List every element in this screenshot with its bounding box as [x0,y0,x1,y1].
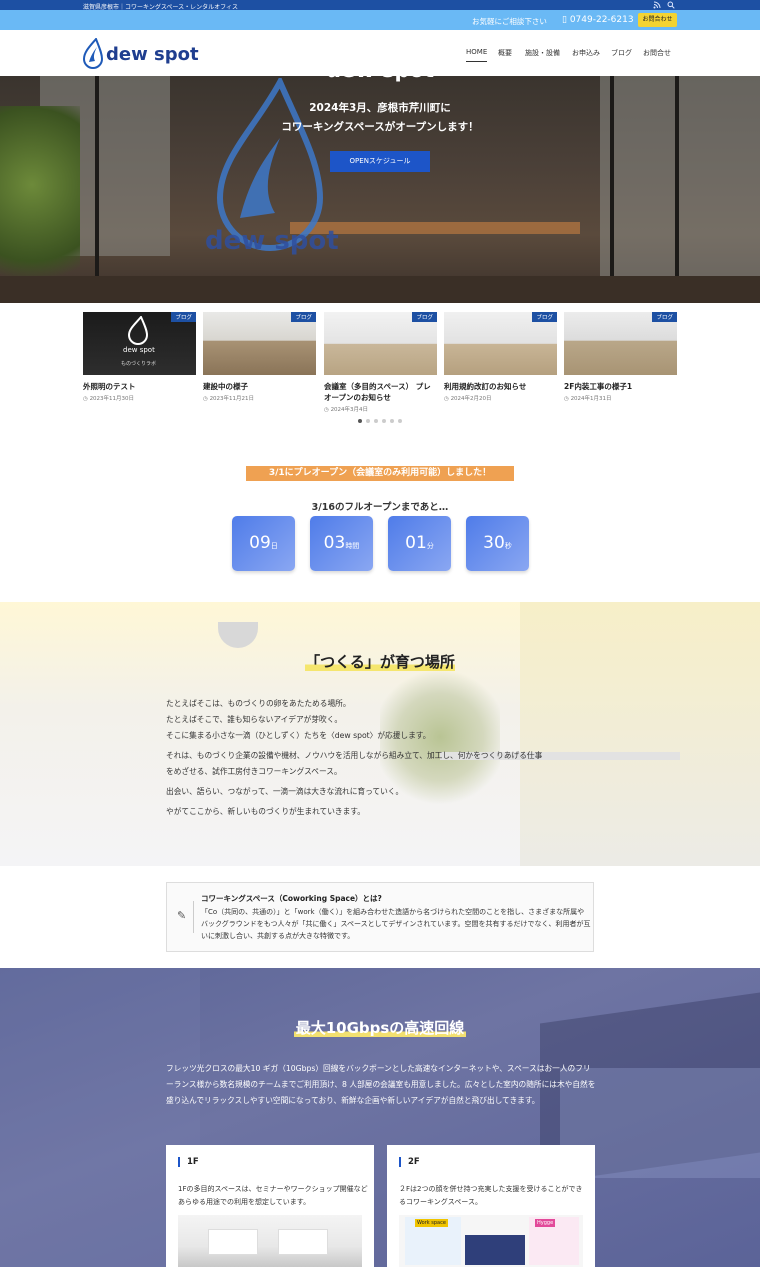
open-schedule-button[interactable]: OPENスケジュール [330,151,430,172]
hero-subtitle: 2024年3月、彦根市芹川町に コワーキングスペースがオープンします！ [281,102,479,133]
nav-apply[interactable]: お申込み [572,48,600,58]
pen-icon: ✎ [177,909,187,922]
concept-line: それは、ものづくり企業の設備や機材、ノウハウを活用しながら組み立て、加工し、何か… [166,751,543,760]
screen-image [278,1229,328,1255]
floor-card-heading: 1F [178,1157,199,1167]
countdown-minutes: 01分 [388,516,451,571]
carousel-dot[interactable] [374,419,378,423]
countdown-seconds: 30秒 [466,516,529,571]
office-window-image [520,602,760,866]
concept-line: 出会い、語らい、つながって、一滴一滴は大きな流れに育っていく。 [166,787,404,796]
coworking-title: コワーキングスペース（Coworking Space）とは? [201,894,382,903]
carousel-dot[interactable] [390,419,394,423]
post-card[interactable]: ブログ 2F内装工事の様子1 ◷ 2024年1月31日 [564,312,677,402]
poster-panel: Hygge [529,1217,579,1265]
countdown-hours: 03時間 [310,516,373,571]
poster-panel: Work space [405,1217,461,1265]
divider [193,901,194,933]
pendant-light-image [218,622,258,648]
post-date: ◷ 2024年1月31日 [564,396,612,402]
top-bar: 滋賀県彦根市｜コワーキングスペース・レンタルオフィス [0,0,760,11]
post-category-tag: ブログ [412,312,437,322]
floor-1f-photo [178,1215,362,1267]
speed-section [0,968,760,1267]
phone-number[interactable]: ▯ 0749-22-6213 [562,15,634,25]
nav-blog[interactable]: ブログ [611,48,632,58]
floor-2f-poster: Work space Hygge [399,1215,583,1267]
countdown-heading: 3/16のフルオープンまであと… [311,502,449,513]
post-thumbnail: ブログ [444,312,557,375]
post-date: ◷ 2024年3月4日 [324,407,369,413]
sign-brand-text: dew spot [123,346,155,354]
concept-line: をめざせる、試作工房付きコワーキングスペース。 [166,767,342,776]
post-category-tag: ブログ [171,312,196,322]
phone-icon: ▯ [562,15,567,25]
coworking-text: 「Co（共同の、共通の）」と「work（働く）」を組み合わせた造語から名づけられ… [201,908,591,940]
contact-question: お気軽にご相談下さい [472,17,547,26]
post-card[interactable]: ブログ 会議室（多目的スペース） プレオープンのお知らせ ◷ 2024年3月4日 [324,312,437,413]
carousel-dot[interactable] [358,419,362,423]
post-card[interactable]: dew spot ものづくりラボ ブログ 外照明のテスト ◷ 2023年11月3… [83,312,196,402]
concept-line: たとえばそこは、ものづくりの卵をあたためる場所。 [166,699,351,708]
concept-line: やがてここから、新しいものづくりが生まれていきます。 [166,807,365,816]
hero-title: dew spot [326,58,434,82]
carousel-dot[interactable] [366,419,370,423]
countdown-days: 09日 [232,516,295,571]
carousel-dot[interactable] [382,419,386,423]
post-category-tag: ブログ [652,312,677,322]
post-thumbnail: dew spot ものづくりラボ ブログ [83,312,196,375]
nav-contact[interactable]: お問合せ [643,48,671,58]
poster-label: Hygge [535,1219,556,1227]
post-title[interactable]: 会議室（多目的スペース） プレオープンのお知らせ [324,381,437,403]
post-card[interactable]: ブログ 利用規約改訂のお知らせ ◷ 2024年2月20日 [444,312,557,402]
nav-facilities[interactable]: 施設・設備 [525,48,560,58]
preopen-banner: 3/1にプレオープン（会議室のみ利用可能）しました！ [246,466,514,481]
floor-card-1f[interactable]: 1F 1Fの多目的スペースは、セミナーやワークショップ開催などあらゆる用途での利… [166,1145,374,1267]
screen-image [208,1229,258,1255]
floor-card-text: ２Fは2つの顔を併せ持つ充実した支援を受けることができるコワーキングスペース。 [399,1185,583,1206]
post-thumbnail: ブログ [324,312,437,375]
hero-logo-text: dew spot [205,226,339,256]
post-title[interactable]: 建設中の様子 [203,381,316,392]
drop-logo-icon [127,316,149,345]
post-date: ◷ 2024年2月20日 [444,396,492,402]
contact-bar: お気軽にご相談下さい ▯ 0749-22-6213 お問合わせ [0,10,760,30]
post-thumbnail: ブログ [564,312,677,375]
poster-panel [465,1235,525,1265]
floor-image [0,276,760,303]
post-title[interactable]: 利用規約改訂のお知らせ [444,381,557,392]
speed-text: フレッツ光クロスの最大10 ギガ（10Gbps）回線をバックボーンとした高速なイ… [166,1064,596,1105]
post-category-tag: ブログ [291,312,316,322]
post-thumbnail: ブログ [203,312,316,375]
nav-about[interactable]: 概要 [498,48,512,58]
post-category-tag: ブログ [532,312,557,322]
floor-card-heading: 2F [399,1157,420,1167]
coworking-definition-box: ✎ コワーキングスペース（Coworking Space）とは? 「Co（共同の… [166,882,594,952]
floor-card-2f[interactable]: 2F ２Fは2つの顔を併せ持つ充実した支援を受けることができるコワーキングスペー… [387,1145,595,1267]
poster-label: Work space [415,1219,448,1227]
concept-title: 「つくる」が育つ場所 [305,653,455,671]
post-card[interactable]: ブログ 建設中の様子 ◷ 2023年11月21日 [203,312,316,402]
post-title[interactable]: 2F内装工事の様子1 [564,381,677,392]
speed-title: 最大10Gbpsの高速回線 [293,1019,467,1037]
contact-button[interactable]: お問合わせ [638,13,677,27]
concept-line: そこに集まる小さな一滴（ひとしずく）たちを〈dew spot〉が応援します。 [166,731,431,740]
post-date: ◷ 2023年11月21日 [203,396,255,402]
concept-line: たとえばそこで、誰も知らないアイデアが芽吹く。 [166,715,343,724]
floor-card-text: 1Fの多目的スペースは、セミナーやワークショップ開催などあらゆる用途での利用を想… [178,1185,368,1206]
post-date: ◷ 2023年11月30日 [83,396,135,402]
carousel-dot[interactable] [398,419,402,423]
post-title[interactable]: 外照明のテスト [83,381,196,392]
sign-sub-text: ものづくりラボ [121,361,157,367]
